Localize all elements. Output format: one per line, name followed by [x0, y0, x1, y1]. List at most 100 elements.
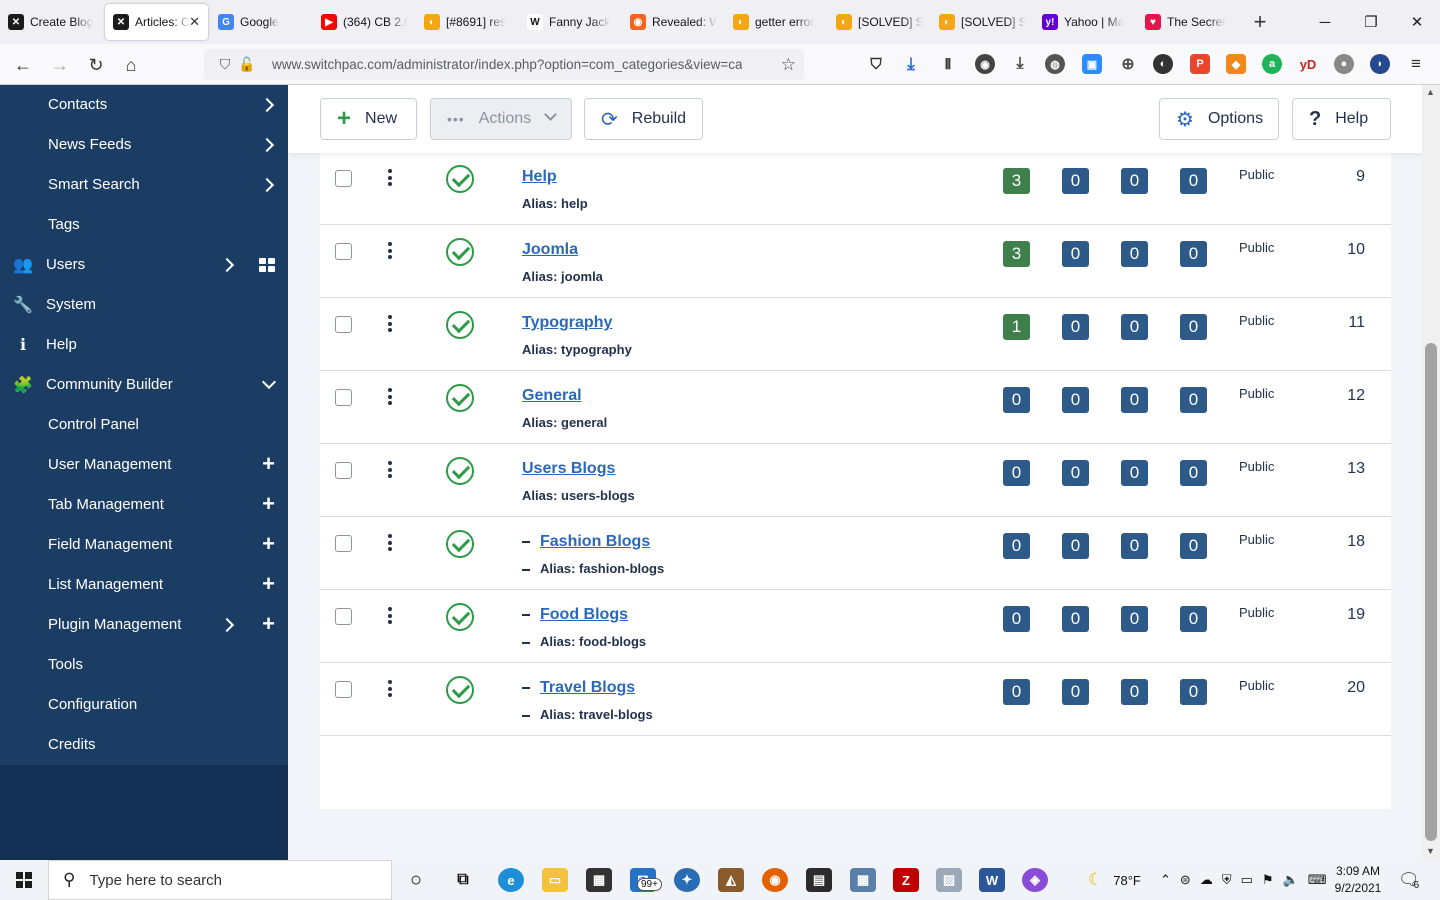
- category-title-link[interactable]: General: [522, 387, 582, 405]
- archived-count-badge[interactable]: 0: [1121, 606, 1148, 632]
- new-button[interactable]: + New: [320, 98, 417, 140]
- archived-count-badge[interactable]: 0: [1121, 387, 1148, 413]
- plus-icon[interactable]: +: [262, 571, 275, 597]
- chevron-right-icon[interactable]: [259, 137, 275, 153]
- sidebar-item-help[interactable]: ℹ Help: [0, 325, 288, 365]
- sidebar-item-credits[interactable]: Credits: [0, 725, 288, 765]
- firefox-icon[interactable]: ◉: [762, 868, 788, 892]
- browser-tab[interactable]: ◐ [SOLVED] S: [931, 4, 1034, 40]
- taskbar-search-placeholder[interactable]: Type here to search: [89, 872, 222, 889]
- reload-icon[interactable]: ↻: [84, 53, 108, 77]
- rebuild-button[interactable]: ⟳ Rebuild: [584, 98, 703, 140]
- browser-tab[interactable]: ♥ The Secret: [1137, 4, 1240, 40]
- scroll-down-icon[interactable]: ▼: [1426, 846, 1435, 856]
- trashed-count-badge[interactable]: 0: [1180, 168, 1207, 194]
- sidebar-item-tab-management[interactable]: Tab Management +: [0, 485, 288, 525]
- archived-count-badge[interactable]: 0: [1121, 314, 1148, 340]
- trashed-count-badge[interactable]: 0: [1180, 241, 1207, 267]
- restore-icon[interactable]: ❐: [1348, 0, 1394, 44]
- dashboard-icon[interactable]: [259, 258, 275, 272]
- pdf-icon[interactable]: P: [1190, 54, 1210, 74]
- scrollbar-thumb[interactable]: [1425, 343, 1437, 841]
- kebab-menu-icon[interactable]: [388, 680, 392, 700]
- chevron-right-icon[interactable]: [259, 97, 275, 113]
- published-count-badge[interactable]: 0: [1003, 533, 1030, 559]
- tab-close-icon[interactable]: ✕: [189, 14, 200, 30]
- category-title-link[interactable]: Food Blogs: [522, 606, 628, 624]
- published-check-icon[interactable]: [446, 457, 474, 485]
- published-check-icon[interactable]: [446, 676, 474, 704]
- cloud-icon[interactable]: ☁: [1200, 872, 1213, 888]
- kebab-menu-icon[interactable]: [388, 242, 392, 262]
- sidebar-item-field-management[interactable]: Field Management +: [0, 525, 288, 565]
- pocket-icon[interactable]: ⛉: [866, 54, 886, 74]
- download-helper-icon[interactable]: ⊕: [1118, 54, 1138, 74]
- clock[interactable]: 3:09 AM 9/2/2021: [1325, 863, 1391, 897]
- category-title-link[interactable]: Travel Blogs: [522, 679, 635, 697]
- published-count-badge[interactable]: 3: [1003, 241, 1030, 267]
- taskbar-search[interactable]: ⚲ Type here to search: [48, 860, 392, 900]
- published-count-badge[interactable]: 0: [1003, 679, 1030, 705]
- browser-tab[interactable]: ◐ [SOLVED] S: [828, 4, 931, 40]
- metamask-icon[interactable]: ◆: [1226, 54, 1246, 74]
- category-title[interactable]: Users Blogs: [522, 460, 615, 477]
- sidebar-item-configuration[interactable]: Configuration: [0, 685, 288, 725]
- word-icon[interactable]: W: [979, 868, 1005, 892]
- plus-icon[interactable]: +: [262, 531, 275, 557]
- trashed-count-badge[interactable]: 0: [1180, 387, 1207, 413]
- plus-icon[interactable]: +: [262, 451, 275, 477]
- lock-icon[interactable]: 🔓: [236, 56, 258, 73]
- browser-tab[interactable]: ✕ Articles: C ✕: [105, 4, 208, 40]
- actions-button[interactable]: ••• Actions: [430, 98, 572, 140]
- thunderbird-icon[interactable]: ✦: [674, 868, 700, 892]
- unpublished-count-badge[interactable]: 0: [1062, 460, 1089, 486]
- paint-icon[interactable]: ◈: [1022, 868, 1048, 892]
- archived-count-badge[interactable]: 0: [1121, 241, 1148, 267]
- cortana-icon[interactable]: ○: [403, 868, 429, 892]
- browser-tab[interactable]: ✕ Create Blog: [0, 4, 103, 40]
- trashed-count-badge[interactable]: 0: [1180, 679, 1207, 705]
- sidebar-item-contacts[interactable]: Contacts: [0, 85, 288, 125]
- file-explorer-icon[interactable]: ▭: [542, 868, 568, 892]
- published-count-badge[interactable]: 0: [1003, 606, 1030, 632]
- calculator-icon[interactable]: ▦: [850, 868, 876, 892]
- published-count-badge[interactable]: 0: [1003, 387, 1030, 413]
- bookmark-star-icon[interactable]: ☆: [781, 55, 796, 75]
- kebab-menu-icon[interactable]: [388, 534, 392, 554]
- sidebar-item-community-builder[interactable]: 🧩 Community Builder: [0, 365, 288, 405]
- back-icon[interactable]: ←: [11, 53, 35, 77]
- published-count-badge[interactable]: 1: [1003, 314, 1030, 340]
- sidebar-item-tools[interactable]: Tools: [0, 645, 288, 685]
- category-title-link[interactable]: Joomla: [522, 241, 578, 259]
- forward-icon[interactable]: →: [48, 53, 72, 77]
- chevron-right-icon[interactable]: [219, 257, 235, 273]
- language-icon[interactable]: ⌨: [1308, 872, 1327, 888]
- browser-tab[interactable]: ◉ Revealed: W: [622, 4, 725, 40]
- yd-extension-icon[interactable]: yD: [1298, 54, 1318, 74]
- kebab-menu-icon[interactable]: [388, 388, 392, 408]
- menu-icon[interactable]: ≡: [1406, 54, 1426, 74]
- archived-count-badge[interactable]: 0: [1121, 679, 1148, 705]
- alert-icon[interactable]: ⚑: [1262, 872, 1274, 888]
- plus-icon[interactable]: +: [262, 491, 275, 517]
- category-title[interactable]: Food Blogs: [540, 606, 628, 623]
- image-viewer-icon[interactable]: ▨: [936, 868, 962, 892]
- category-title[interactable]: Help: [522, 168, 557, 185]
- globe-icon[interactable]: ◍: [1045, 54, 1065, 74]
- kebab-menu-icon[interactable]: [388, 607, 392, 627]
- sidebar-item-system[interactable]: 🔧 System: [0, 285, 288, 325]
- sidebar-item-tags[interactable]: Tags: [0, 205, 288, 245]
- sidebar-item-control-panel[interactable]: Control Panel: [0, 405, 288, 445]
- chevron-up-icon[interactable]: ⌃: [1160, 872, 1171, 888]
- new-tab-icon[interactable]: +: [1240, 9, 1280, 35]
- row-checkbox[interactable]: [335, 243, 352, 260]
- url-text[interactable]: www.switchpac.com/administrator/index.ph…: [272, 57, 742, 72]
- shield-icon[interactable]: ⛉: [214, 56, 236, 73]
- unpublished-count-badge[interactable]: 0: [1062, 168, 1089, 194]
- trashed-count-badge[interactable]: 0: [1180, 314, 1207, 340]
- edge-icon[interactable]: e: [498, 868, 524, 892]
- a-extension-icon[interactable]: a: [1262, 54, 1282, 74]
- row-checkbox[interactable]: [335, 170, 352, 187]
- published-check-icon[interactable]: [446, 603, 474, 631]
- kebab-menu-icon[interactable]: [388, 315, 392, 335]
